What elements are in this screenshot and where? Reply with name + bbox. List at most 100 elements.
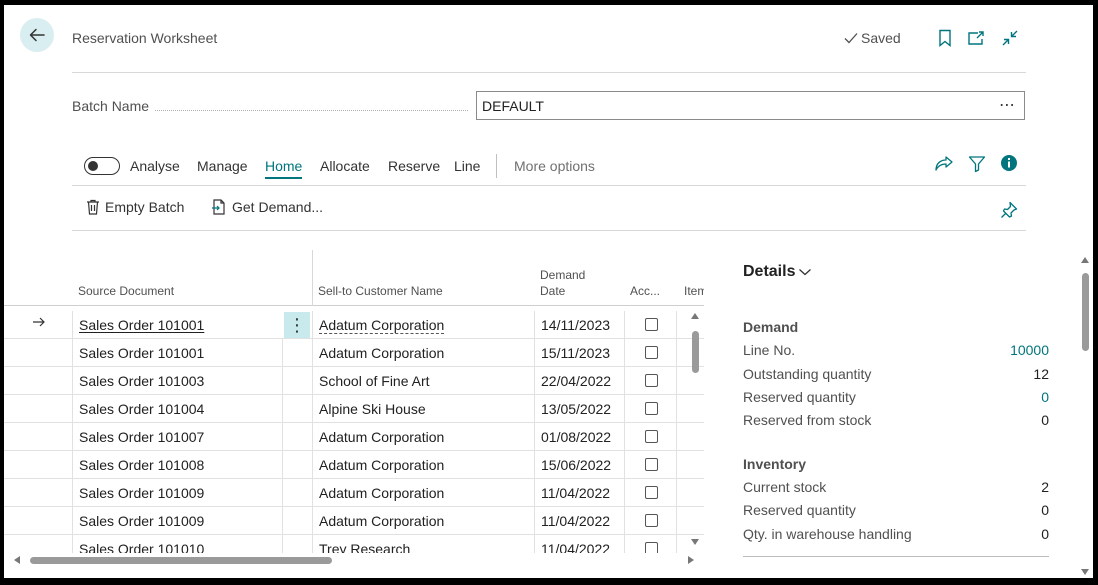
table-row[interactable]: Sales Order 101004 Alpine Ski House 13/0… — [4, 395, 704, 423]
source-document-cell[interactable]: Sales Order 101009 — [79, 485, 204, 501]
tab-analyse[interactable]: Analyse — [130, 158, 180, 174]
bookmark-button[interactable] — [935, 28, 955, 48]
action-bar-separator — [496, 154, 497, 178]
dotted-leader — [155, 102, 468, 111]
source-document-cell[interactable]: Sales Order 101004 — [79, 401, 204, 417]
cell-border — [312, 423, 313, 451]
page-scroll-down-arrow-icon[interactable] — [1081, 569, 1089, 575]
source-document-cell[interactable]: Sales Order 101007 — [79, 429, 204, 445]
cell-border — [282, 423, 283, 451]
reserved-from-stock-row: Reserved from stock 0 — [743, 412, 1049, 432]
accept-checkbox[interactable] — [645, 402, 658, 415]
scroll-right-arrow-icon[interactable] — [688, 556, 694, 564]
accept-checkbox[interactable] — [645, 430, 658, 443]
table-row[interactable]: Sales Order 101009 Adatum Corporation 11… — [4, 479, 704, 507]
accept-checkbox[interactable] — [645, 542, 658, 553]
source-document-cell[interactable]: Sales Order 101003 — [79, 373, 204, 389]
customer-name-cell[interactable]: Trey Research — [319, 541, 410, 553]
column-header-item[interactable]: Item — [684, 283, 704, 299]
vertical-ellipsis-icon: ⋮ — [288, 315, 306, 335]
scroll-left-arrow-icon[interactable] — [14, 556, 20, 564]
page-vertical-scrollbar[interactable] — [1078, 255, 1092, 577]
column-header-accept[interactable]: Acc... — [630, 283, 660, 299]
info-button[interactable] — [1000, 154, 1018, 175]
grid-header: Source Document Sell-to Customer Name De… — [4, 248, 704, 306]
table-row[interactable]: Sales Order 101003 School of Fine Art 22… — [4, 367, 704, 395]
demand-date-cell: 01/08/2022 — [541, 429, 612, 445]
column-header-demand-date-line2[interactable]: Date — [540, 283, 565, 299]
customer-name-cell[interactable]: School of Fine Art — [319, 373, 430, 389]
demand-date-cell: 15/11/2023 — [541, 345, 611, 361]
column-header-demand-date-line1[interactable]: Demand — [540, 267, 585, 283]
customer-name-cell[interactable]: Adatum Corporation — [319, 345, 444, 361]
tab-allocate[interactable]: Allocate — [320, 158, 370, 174]
more-options-button[interactable]: More options — [514, 158, 595, 174]
cell-border — [676, 507, 677, 535]
customer-name-cell[interactable]: Adatum Corporation — [319, 513, 444, 529]
row-actions-button[interactable]: ⋮ — [284, 312, 310, 338]
cell-border — [282, 395, 283, 423]
table-row[interactable]: Sales Order 101001 ⋮ Adatum Corporation … — [4, 311, 704, 339]
get-demand-button[interactable]: Get Demand... — [211, 199, 323, 215]
source-document-cell[interactable]: Sales Order 101010 — [79, 541, 204, 553]
accept-checkbox[interactable] — [645, 374, 658, 387]
cell-border — [312, 339, 313, 367]
source-document-cell[interactable]: Sales Order 101008 — [79, 457, 204, 473]
reserved-from-stock-label: Reserved from stock — [743, 412, 872, 428]
analyse-toggle[interactable] — [84, 157, 120, 175]
open-new-window-button[interactable] — [966, 28, 986, 48]
collapse-button[interactable] — [1000, 28, 1020, 48]
table-row[interactable]: Sales Order 101009 Adatum Corporation 11… — [4, 507, 704, 535]
tab-line[interactable]: Line — [454, 158, 480, 174]
current-stock-label: Current stock — [743, 479, 827, 495]
batch-name-field[interactable]: DEFAULT ⋯ — [476, 91, 1025, 120]
accept-checkbox[interactable] — [645, 514, 658, 527]
cell-border — [312, 507, 313, 535]
current-row-arrow-icon — [32, 315, 46, 332]
back-button[interactable] — [20, 18, 54, 52]
cell-border — [312, 535, 313, 553]
cell-border — [676, 395, 677, 423]
grid-vertical-scrollbar[interactable] — [688, 311, 702, 547]
filter-button[interactable] — [968, 155, 986, 176]
accept-checkbox[interactable] — [645, 318, 658, 331]
tab-manage[interactable]: Manage — [197, 158, 248, 174]
grid-horizontal-scrollbar[interactable] — [12, 553, 702, 567]
share-button[interactable] — [934, 155, 954, 176]
table-row[interactable]: Sales Order 101007 Adatum Corporation 01… — [4, 423, 704, 451]
collapse-icon — [1002, 30, 1018, 46]
tab-home[interactable]: Home — [265, 158, 303, 179]
grid-horizontal-scroll-thumb[interactable] — [30, 557, 332, 564]
table-row[interactable]: Sales Order 101001 Adatum Corporation 15… — [4, 339, 704, 367]
cell-border — [282, 535, 283, 553]
pin-button[interactable] — [1000, 201, 1018, 224]
action-bar-divider — [72, 185, 1026, 186]
accept-checkbox[interactable] — [645, 346, 658, 359]
scroll-up-arrow-icon[interactable] — [691, 313, 699, 319]
customer-name-cell[interactable]: Alpine Ski House — [319, 401, 426, 417]
reserved-quantity-value[interactable]: 0 — [1041, 389, 1049, 405]
customer-name-cell[interactable]: Adatum Corporation — [319, 485, 444, 501]
page-scroll-up-arrow-icon[interactable] — [1081, 257, 1089, 263]
customer-name-cell[interactable]: Adatum Corporation — [319, 457, 444, 473]
customer-name-cell[interactable]: Adatum Corporation — [319, 429, 444, 445]
source-document-cell[interactable]: Sales Order 101009 — [79, 513, 204, 529]
line-no-value[interactable]: 10000 — [1010, 342, 1049, 358]
scroll-down-arrow-icon[interactable] — [691, 539, 699, 545]
source-document-cell[interactable]: Sales Order 101001 — [79, 345, 204, 361]
source-document-cell[interactable]: Sales Order 101001 — [79, 317, 204, 333]
page-vertical-scroll-thumb[interactable] — [1082, 273, 1089, 351]
more-lookup-icon[interactable]: ⋯ — [999, 95, 1016, 115]
grid-vertical-scroll-thumb[interactable] — [692, 331, 699, 373]
accept-checkbox[interactable] — [645, 486, 658, 499]
table-row[interactable]: Sales Order 101008 Adatum Corporation 15… — [4, 451, 704, 479]
empty-batch-button[interactable]: Empty Batch — [86, 199, 184, 215]
batch-name-label-row: Batch Name — [72, 98, 476, 114]
column-header-source-document[interactable]: Source Document — [78, 283, 174, 299]
tab-reserve[interactable]: Reserve — [388, 158, 440, 174]
table-row[interactable]: Sales Order 101010 Trey Research 11/04/2… — [4, 535, 704, 553]
customer-name-cell[interactable]: Adatum Corporation — [319, 317, 445, 334]
accept-checkbox[interactable] — [645, 458, 658, 471]
details-header[interactable]: Details — [743, 263, 1049, 281]
column-header-customer-name[interactable]: Sell-to Customer Name — [318, 283, 443, 299]
